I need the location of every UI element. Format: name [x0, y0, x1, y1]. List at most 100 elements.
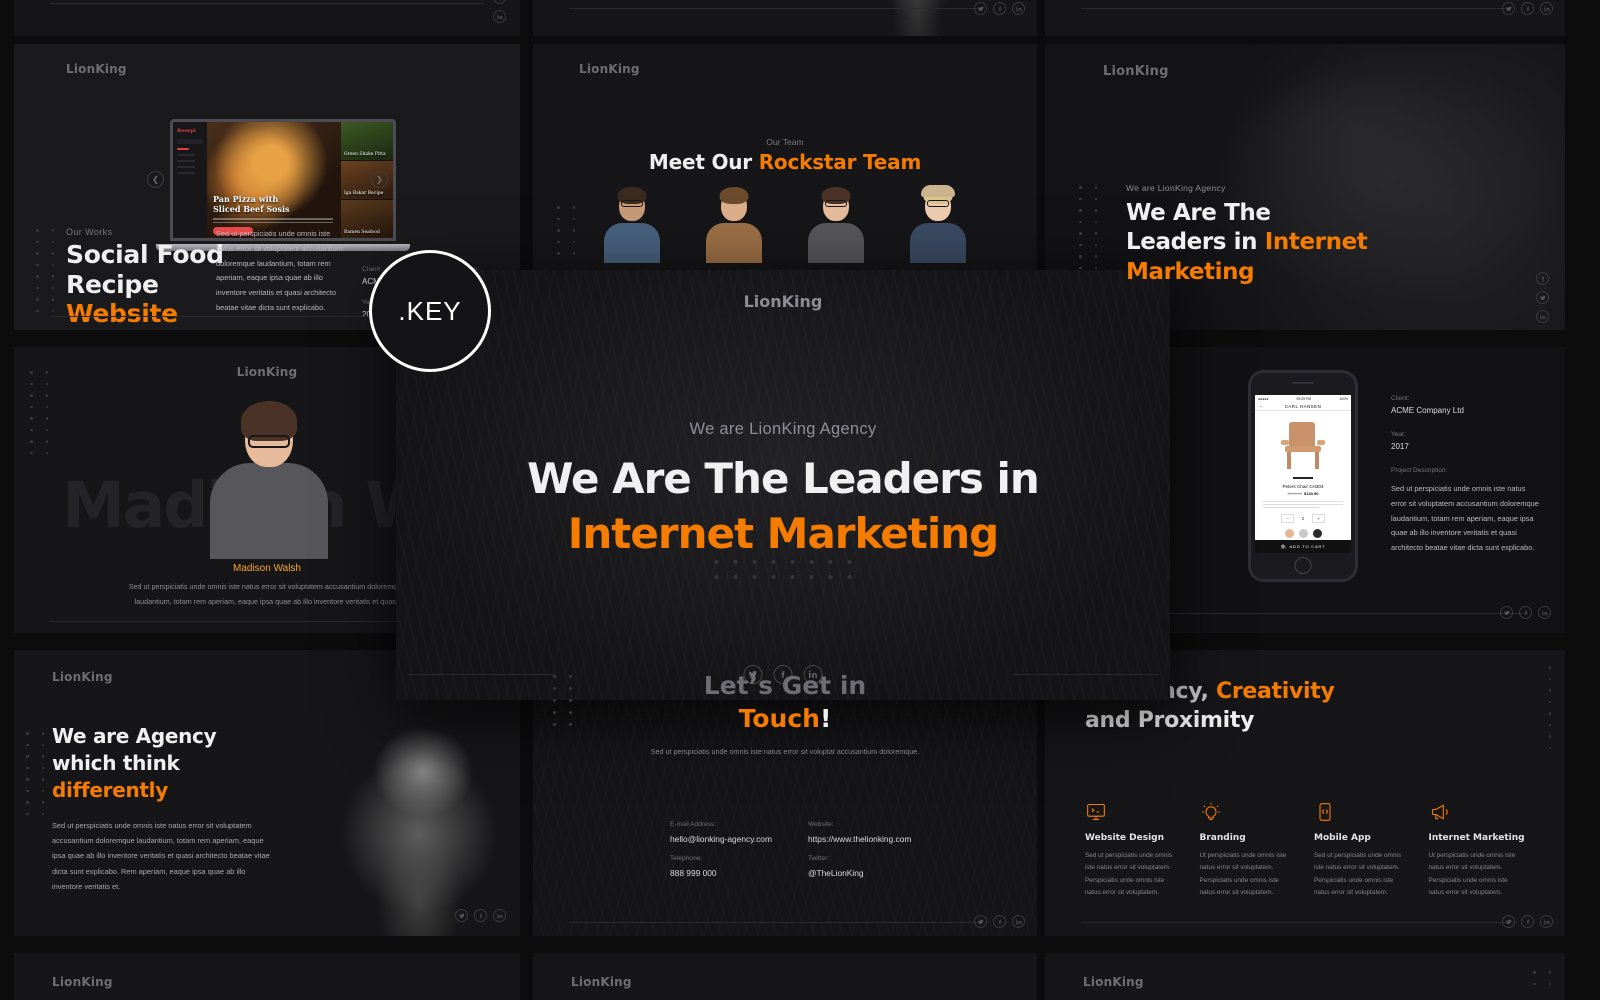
divider	[569, 922, 981, 923]
hero-title-line-2: Internet Marketing	[567, 508, 999, 558]
title-w1: We Are The	[1126, 200, 1271, 226]
linkedin-icon[interactable]	[1536, 310, 1549, 323]
feature-mobile-app[interactable]: Mobile App Sed ut perspiciatis unde omni…	[1314, 802, 1429, 900]
lionking-logo: LionKing	[52, 670, 113, 684]
linkedin-icon[interactable]	[1012, 2, 1025, 15]
linkedin-icon[interactable]	[493, 10, 506, 23]
arrow-left-icon[interactable]: ←	[1259, 403, 1265, 409]
contact-website[interactable]: Website: https://www.thelionking.com	[808, 821, 911, 844]
laptop-card-label: Iga Bakar Recipe	[344, 191, 384, 196]
linkedin-icon[interactable]	[493, 909, 506, 922]
linkedin-icon[interactable]	[1540, 2, 1553, 15]
dot-decoration	[1548, 666, 1551, 749]
slide-eyebrow: We are LionKing Agency	[1126, 183, 1226, 193]
divider	[1163, 613, 1529, 614]
partial-slide-bottom-right[interactable]: LionKing	[1045, 953, 1565, 1000]
feature-title: Branding	[1199, 833, 1246, 843]
partial-slide-top-left[interactable]	[14, 0, 520, 36]
contact-telephone[interactable]: Telephone: 888 999 000	[670, 855, 717, 878]
hero-title: We Are The Leaders in Internet Marketing	[396, 452, 1170, 561]
contact-email[interactable]: E-mail Address: hello@lionking-agency.co…	[670, 821, 772, 844]
slide-hero-featured[interactable]: LionKing We are LionKing Agency We Are T…	[396, 270, 1170, 700]
title-line-2: Recipe	[66, 269, 159, 299]
linkedin-icon[interactable]	[1540, 915, 1553, 928]
facebook-icon[interactable]	[1521, 2, 1534, 15]
title-line-3: Website	[66, 299, 178, 328]
carousel-next-button[interactable]: ❯	[371, 171, 388, 188]
lightbulb-icon	[1200, 802, 1222, 822]
product-image	[1279, 420, 1327, 470]
field-label: Website:	[808, 821, 834, 828]
twitter-icon[interactable]	[974, 2, 987, 15]
feature-title: Mobile App	[1314, 833, 1371, 843]
title-o: Creativity	[1215, 679, 1335, 704]
cart-label: ADD TO CART	[1289, 544, 1326, 549]
twitter-icon[interactable]	[1536, 291, 1549, 304]
features-row: Website Design Sed ut perspiciatis unde …	[1085, 802, 1543, 900]
slide-get-in-touch[interactable]: Let’s Get in Touch! Sed ut perspiciatis …	[533, 650, 1037, 936]
qty-increment[interactable]: +	[1312, 514, 1325, 524]
twitter-icon[interactable]	[1502, 2, 1515, 15]
qty-decrement[interactable]: −	[1281, 514, 1294, 524]
slide-subtitle: Sed ut perspiciatis unde omnis iste natu…	[650, 747, 920, 756]
feature-internet-marketing[interactable]: Internet Marketing Ut perspiciatis unde …	[1429, 802, 1544, 900]
field-label: Twitter:	[808, 855, 830, 862]
swatch-tan[interactable]	[1284, 529, 1294, 539]
laptop-hero-title-1: Pan Pizza with	[213, 194, 279, 204]
slide-eyebrow: Our Works	[66, 227, 113, 237]
home-button[interactable]	[1294, 557, 1312, 574]
title-line-1: Social Food	[66, 240, 224, 269]
lionking-logo: LionKing	[52, 975, 113, 989]
laptop-card-label: Ramen Seafood	[344, 230, 380, 235]
megaphone-icon	[1429, 802, 1451, 822]
partial-slide-bottom-left[interactable]: LionKing	[14, 953, 520, 1000]
partial-slide-top-right[interactable]	[1045, 0, 1565, 36]
swatch-black[interactable]	[1312, 529, 1322, 539]
partial-slide-bottom-center[interactable]: LionKing	[533, 953, 1037, 1000]
add-to-cart-button[interactable]: 🛍 ADD TO CART	[1255, 540, 1351, 553]
partial-slide-top-center[interactable]	[533, 0, 1037, 36]
laptop-card[interactable]: Green Shake Pitta	[341, 122, 393, 160]
facebook-icon[interactable]	[1521, 915, 1534, 928]
swatch-grey[interactable]	[1298, 529, 1308, 539]
twitter-icon[interactable]	[1502, 915, 1515, 928]
facebook-icon[interactable]	[1536, 272, 1549, 285]
title-o1: Internet	[1264, 229, 1368, 256]
carousel-prev-button[interactable]: ❮	[147, 171, 164, 188]
title-w2: which think	[52, 751, 180, 775]
meta-value: 2017	[1391, 442, 1409, 451]
facebook-icon[interactable]	[993, 2, 1006, 15]
laptop-card[interactable]: Ramen Seafood	[341, 200, 393, 238]
title-orange: Rockstar Team	[758, 150, 922, 174]
linkedin-icon[interactable]	[1012, 915, 1025, 928]
title-w1: We are Agency	[52, 724, 217, 748]
mobile-code-icon	[1314, 802, 1336, 822]
facebook-icon[interactable]	[474, 909, 487, 922]
feature-website-design[interactable]: Website Design Sed ut perspiciatis unde …	[1085, 802, 1200, 900]
description-label: Project Description:	[1391, 467, 1448, 474]
dot-decoration	[26, 732, 44, 815]
lionking-logo: LionKing	[66, 62, 127, 76]
color-swatches[interactable]	[1255, 529, 1351, 539]
facebook-icon[interactable]	[993, 915, 1006, 928]
twitter-icon[interactable]	[974, 915, 987, 928]
linkedin-icon[interactable]	[1538, 606, 1551, 619]
feature-branding[interactable]: Branding Ut perspiciatis unde omnis iste…	[1200, 802, 1315, 900]
lion-photo	[318, 708, 520, 936]
contact-twitter[interactable]: Twitter: @TheLionKing	[808, 855, 864, 878]
divider	[1081, 922, 1509, 923]
dot-decoration	[36, 229, 54, 312]
laptop-hero-title-2: Sliced Beef Sosis	[213, 204, 290, 214]
phone-carrier: ●●●●●	[1258, 396, 1269, 401]
facebook-icon[interactable]	[1519, 606, 1532, 619]
bag-icon: 🛍	[1280, 544, 1287, 549]
twitter-icon[interactable]	[1500, 606, 1513, 619]
laptop-sidebar: Resepi	[173, 122, 207, 238]
qty-value: 2	[1301, 516, 1305, 522]
facebook-icon[interactable]	[493, 0, 506, 4]
quantity-stepper[interactable]: − 2 +	[1255, 514, 1351, 524]
dot-decoration	[1079, 186, 1097, 269]
slide-eyebrow: Our Team	[766, 137, 804, 147]
twitter-icon[interactable]	[455, 909, 468, 922]
key-format-badge: .KEY	[369, 250, 491, 372]
